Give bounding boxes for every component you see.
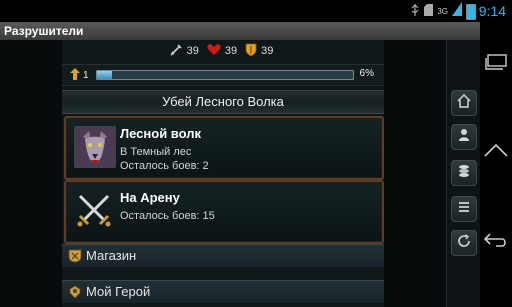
list-button[interactable] — [451, 196, 477, 222]
experience-percent: 6% — [359, 68, 374, 79]
main-column: 39 39 39 1 6% Убей Лесного Волка Лесной … — [62, 40, 384, 307]
coins-button[interactable] — [451, 160, 477, 186]
list-icon — [457, 200, 471, 219]
sword-icon — [169, 43, 183, 60]
sd-card-icon — [424, 3, 434, 21]
level-row: 1 6% — [62, 64, 384, 86]
stats-row: 39 39 39 — [62, 42, 384, 60]
character-button[interactable] — [451, 124, 477, 150]
quest-card-title: На Арену — [120, 190, 180, 205]
back-button[interactable] — [480, 230, 512, 254]
shop-icon — [68, 249, 82, 263]
nav-home-button[interactable] — [480, 140, 512, 164]
menu-item-my-hero[interactable]: Мой Герой — [62, 280, 384, 303]
clock: 9:14 — [478, 3, 506, 19]
home-icon — [484, 143, 508, 162]
back-icon — [483, 232, 508, 253]
home-icon — [457, 93, 471, 113]
status-bar: 3G 9:14 — [0, 0, 512, 22]
refresh-icon — [457, 233, 471, 253]
hero-icon — [68, 285, 82, 299]
side-panel — [446, 40, 481, 307]
system-nav-bar — [480, 22, 512, 307]
character-icon — [457, 128, 471, 147]
usb-icon — [410, 3, 420, 21]
experience-bar — [96, 70, 354, 80]
menu-item-shop[interactable]: Магазин — [62, 244, 384, 267]
attack-value: 39 — [186, 45, 199, 57]
health-value: 39 — [224, 45, 238, 57]
app-title: Разрушители — [4, 24, 84, 38]
battery-icon — [466, 3, 476, 20]
signal-icon — [452, 2, 462, 21]
menu-item-label: Мой Герой — [86, 284, 151, 299]
network-3g-icon: 3G — [437, 7, 448, 16]
level-value: 1 — [83, 70, 89, 81]
shield-icon — [245, 43, 257, 60]
status-icons: 3G — [410, 2, 476, 21]
menu-item-label: Магазин — [86, 248, 137, 263]
wolf-icon — [74, 126, 116, 168]
quest-card-forest-wolf[interactable]: Лесной волк В Темный лес Осталось боев: … — [64, 116, 384, 180]
coins-icon — [457, 164, 471, 183]
defense-value: 39 — [261, 45, 274, 57]
quest-card-arena[interactable]: На Арену Осталось боев: 15 — [64, 180, 384, 244]
recent-apps-icon — [485, 53, 507, 75]
level-indicator: 1 — [70, 68, 89, 83]
home-button[interactable] — [451, 90, 477, 116]
quest-header: Убей Лесного Волка — [62, 90, 384, 114]
experience-bar-fill — [97, 71, 113, 79]
quest-card-location: В Темный лес — [120, 146, 192, 158]
quest-title: Убей Лесного Волка — [162, 94, 284, 109]
level-up-arrow-icon — [70, 68, 80, 83]
heart-icon — [207, 43, 221, 59]
quest-card-title: Лесной волк — [120, 126, 202, 141]
quest-card-battles-left: Осталось боев: 2 — [120, 160, 209, 172]
recent-apps-button[interactable] — [480, 52, 512, 76]
crossed-swords-icon — [74, 190, 114, 230]
app-title-bar: Разрушители — [0, 22, 480, 41]
quest-card-battles-left: Осталось боев: 15 — [120, 210, 215, 222]
refresh-button[interactable] — [451, 230, 477, 256]
